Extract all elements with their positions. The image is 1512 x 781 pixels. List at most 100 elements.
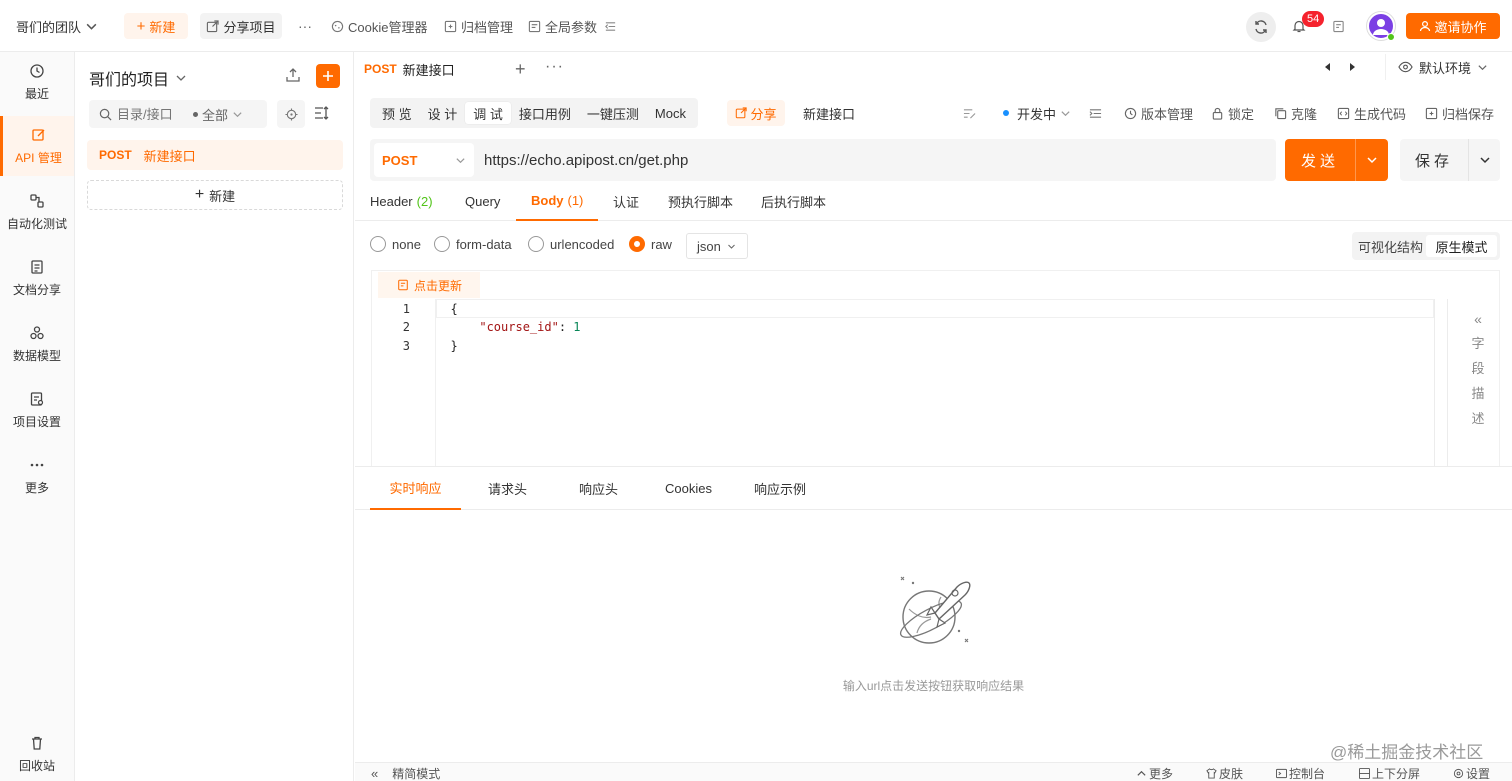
nav-item-settings[interactable]: 项目设置 <box>0 380 74 440</box>
view-visual-button[interactable]: 可视化结构 <box>1355 235 1426 257</box>
tab-debug[interactable]: 调 试 <box>465 102 511 124</box>
filter-select[interactable]: 全部 <box>193 100 243 128</box>
chevron-down-icon <box>233 111 242 117</box>
nav-item-api[interactable]: API 管理 <box>0 116 74 176</box>
refresh-button[interactable]: 点击更新 <box>378 272 480 298</box>
code-line: } <box>450 339 458 353</box>
terminal-icon <box>1276 768 1287 779</box>
edit-desc-icon[interactable] <box>963 100 976 126</box>
tab-mock[interactable]: Mock <box>647 102 694 124</box>
global-params-button[interactable]: 全局参数 <box>528 13 597 39</box>
tab-body[interactable]: Body (1) <box>516 181 599 221</box>
radio-urlencoded[interactable]: urlencoded <box>528 236 614 252</box>
view-raw-button[interactable]: 原生模式 <box>1426 235 1497 257</box>
version-button[interactable]: 版本管理 <box>1124 100 1193 126</box>
compact-mode-button[interactable]: « 精简模式 <box>371 765 440 781</box>
view-mode-toggle: 可视化结构 原生模式 <box>1352 232 1500 260</box>
nav-item-autotest[interactable]: 自动化测试 <box>0 182 74 242</box>
sort-icon[interactable] <box>313 104 331 122</box>
nav-item-trash[interactable]: 回收站 <box>0 724 74 781</box>
response-tabs: 实时响应 请求头 响应头 Cookies 响应示例 <box>355 467 1512 510</box>
tab-design[interactable]: 设 计 <box>420 102 466 124</box>
add-new-button[interactable]: + 新建 <box>87 180 343 210</box>
tab-live-response[interactable]: 实时响应 <box>370 467 461 510</box>
tab-pre-script[interactable]: 预执行脚本 <box>668 181 733 221</box>
method-select[interactable]: POST <box>374 143 474 177</box>
project-selector[interactable]: 哥们的项目 <box>89 66 187 90</box>
align-icon[interactable] <box>1089 100 1102 126</box>
nav-item-more[interactable]: 更多 <box>0 446 74 506</box>
tab-prev-icon[interactable] <box>1323 62 1333 72</box>
tab-auth[interactable]: 认证 <box>613 181 639 221</box>
tab-new-api[interactable]: POST 新建接口 <box>355 52 507 88</box>
generate-code-button[interactable]: 生成代码 <box>1337 100 1406 126</box>
collapse-icon[interactable] <box>604 13 617 39</box>
line-number: 3 <box>402 339 410 353</box>
export-icon[interactable] <box>285 67 301 83</box>
settings-button[interactable]: 设置 <box>1453 765 1490 781</box>
split-view-button[interactable]: 上下分屏 <box>1359 765 1420 781</box>
url-input[interactable] <box>484 145 1264 175</box>
status-select[interactable]: 开发中 <box>1003 100 1071 126</box>
tab-more-button[interactable]: ··· <box>545 58 564 76</box>
cookie-manager-button[interactable]: Cookie管理器 <box>331 13 427 39</box>
nav-item-models[interactable]: 数据模型 <box>0 314 74 374</box>
edit-icon <box>31 128 44 141</box>
nav-item-docs[interactable]: 文档分享 <box>0 248 74 308</box>
status-bar: « 精简模式 更多 皮肤 控制台 上下分屏 设置 <box>355 762 1512 781</box>
response-area: 实时响应 请求头 响应头 Cookies 响应示例 输入url点击发送按钮获取响… <box>355 466 1512 762</box>
more-menu-button[interactable]: ··· <box>298 13 312 39</box>
tab-query[interactable]: Query <box>465 181 500 221</box>
skin-button[interactable]: 皮肤 <box>1206 765 1243 781</box>
tab-preview[interactable]: 预 览 <box>374 102 420 124</box>
lock-button[interactable]: 锁定 <box>1211 100 1254 126</box>
search-input[interactable] <box>117 106 197 122</box>
radio-none[interactable]: none <box>370 236 421 252</box>
watermark: @稀土掘金技术社区 <box>1330 743 1484 762</box>
tab-post-script[interactable]: 后执行脚本 <box>761 181 826 221</box>
locate-button[interactable] <box>277 100 305 128</box>
environment-select[interactable]: 默认环境 <box>1385 54 1501 80</box>
gear-icon <box>1453 768 1464 779</box>
share-api-button[interactable]: 分享 <box>727 100 785 126</box>
radio-raw[interactable]: raw <box>629 236 672 252</box>
tab-response-headers[interactable]: 响应头 <box>579 467 618 510</box>
add-tab-button[interactable]: + <box>515 59 526 80</box>
send-button[interactable]: 发送 <box>1285 139 1388 181</box>
tab-cookies[interactable]: Cookies <box>665 467 712 510</box>
raw-format-select[interactable]: json <box>686 233 748 259</box>
share-project-button[interactable]: 分享项目 <box>200 13 282 39</box>
clone-button[interactable]: 克隆 <box>1274 100 1317 126</box>
tab-header[interactable]: Header (2) <box>370 181 433 221</box>
lock-icon <box>1212 107 1223 120</box>
invite-button[interactable]: 邀请协作 <box>1406 13 1500 39</box>
field-description-panel-toggle[interactable]: « 字 段 描 述 <box>1458 311 1498 427</box>
tab-test-cases[interactable]: 接口用例 <box>511 102 579 124</box>
doc-icon[interactable] <box>1332 13 1345 39</box>
sync-button[interactable] <box>1246 12 1276 42</box>
code-editor[interactable]: 点击更新 1 2 3 { "course_id": 1 } « 字 段 描 述 <box>371 270 1500 467</box>
list-item[interactable]: POST 新建接口 <box>87 140 343 170</box>
tab-title: 新建接口 <box>402 62 455 78</box>
send-options-icon[interactable] <box>1356 154 1388 166</box>
nav-item-recent[interactable]: 最近 <box>0 52 74 112</box>
archive-manager-button[interactable]: 归档管理 <box>444 13 513 39</box>
console-button[interactable]: 控制台 <box>1276 765 1325 781</box>
status-more-button[interactable]: 更多 <box>1136 765 1173 781</box>
tab-next-icon[interactable] <box>1347 62 1357 72</box>
refresh-doc-icon <box>398 279 408 291</box>
add-api-button[interactable] <box>316 64 340 88</box>
archive-save-button[interactable]: 归档保存 <box>1425 100 1494 126</box>
team-selector[interactable]: 哥们的团队 <box>16 13 98 39</box>
tab-request-headers[interactable]: 请求头 <box>488 467 527 510</box>
save-options-icon[interactable] <box>1469 154 1500 166</box>
api-name-input[interactable] <box>803 105 953 121</box>
chevron-down-icon <box>86 23 97 30</box>
save-button[interactable]: 保存 <box>1400 139 1500 181</box>
editor-scrollbar[interactable] <box>1434 299 1448 467</box>
new-button[interactable]: + 新建 <box>124 13 188 39</box>
tab-stress-test[interactable]: 一键压测 <box>579 102 647 124</box>
radio-form-data[interactable]: form-data <box>434 236 512 252</box>
tab-response-examples[interactable]: 响应示例 <box>754 467 806 510</box>
trash-icon <box>32 736 42 750</box>
